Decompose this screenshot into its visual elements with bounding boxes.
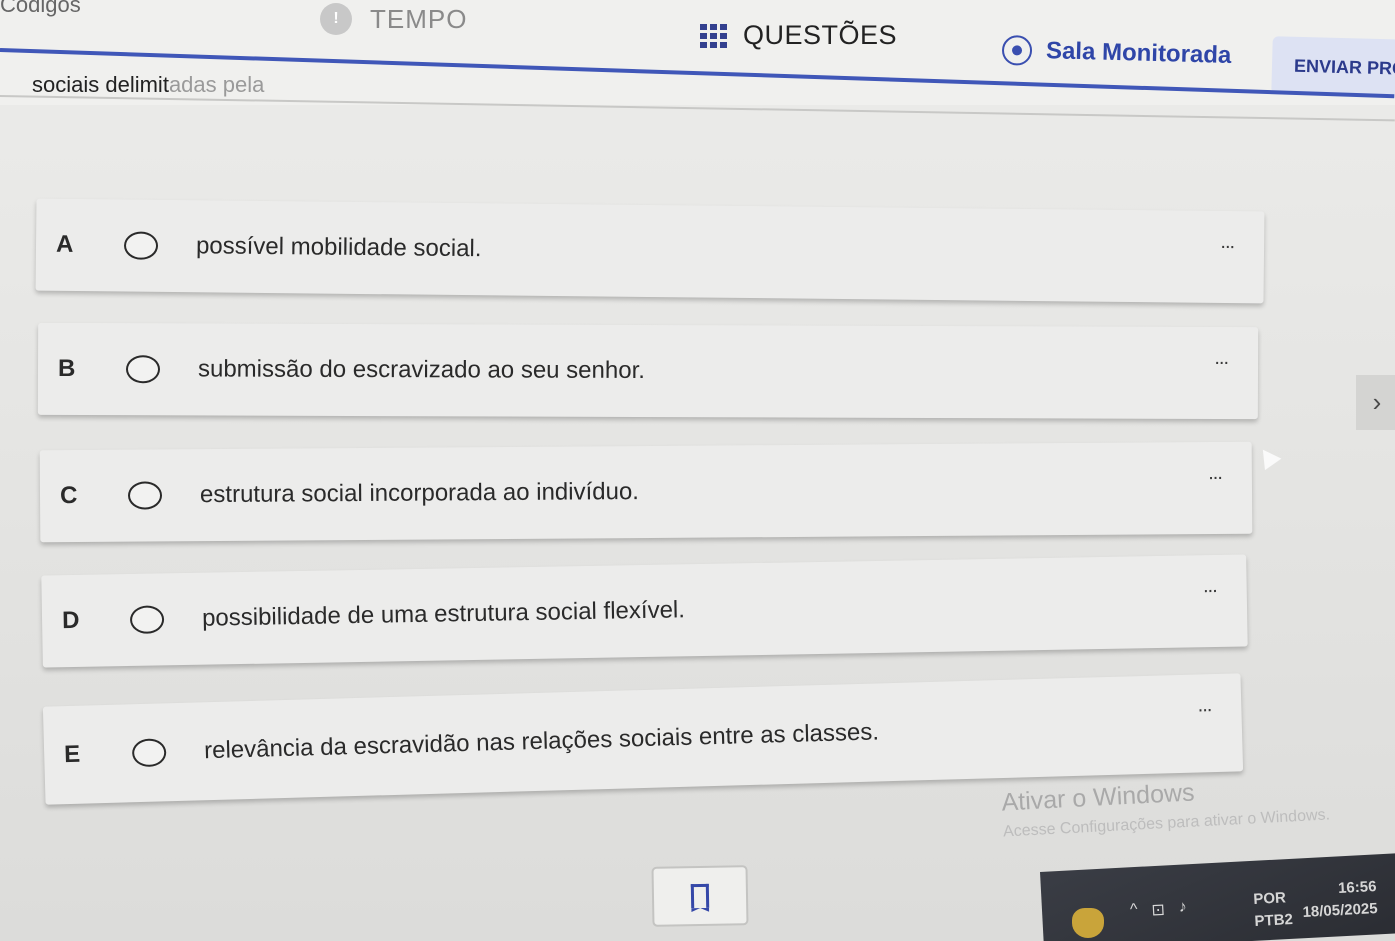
more-options-icon[interactable]: ...	[1203, 575, 1217, 598]
timer-label: TEMPO	[370, 3, 468, 34]
option-c[interactable]: C estrutura social incorporada ao indiví…	[39, 441, 1253, 543]
network-icon[interactable]: ⊡	[1151, 900, 1165, 921]
option-b[interactable]: B submissão do escravizado ao seu senhor…	[37, 322, 1259, 420]
codes-tab-label[interactable]: Códigos	[0, 0, 81, 18]
more-options-icon[interactable]: ...	[1220, 231, 1234, 254]
mouse-cursor-icon	[1254, 443, 1282, 471]
windows-activation-watermark: Ativar o Windows Acesse Configurações pa…	[1001, 771, 1331, 841]
option-letter: D	[61, 606, 80, 635]
questions-label: QUESTÕES	[743, 20, 898, 50]
more-options-icon[interactable]: ...	[1197, 694, 1211, 717]
monitored-room-indicator[interactable]: Sala Monitorada	[1001, 35, 1232, 71]
chevron-up-icon[interactable]: ^	[1130, 901, 1139, 921]
clock-date: 18/05/2025	[1302, 900, 1379, 921]
radio-button[interactable]	[129, 605, 165, 634]
option-letter: E	[63, 740, 81, 769]
more-options-icon[interactable]: ...	[1214, 347, 1228, 370]
clock-icon: !	[320, 3, 352, 35]
volume-icon[interactable]: ♪	[1178, 899, 1187, 919]
option-text: submissão do escravizado ao seu senhor.	[197, 355, 645, 384]
taskbar-clock[interactable]: 16:56 18/05/2025	[1301, 876, 1378, 924]
question-text-faded: adas pela	[168, 72, 265, 97]
option-a[interactable]: A possível mobilidade social. ...	[35, 198, 1265, 304]
header-bar: Códigos ! TEMPO QUESTÕES Sala Monitorada…	[0, 0, 1395, 122]
language-indicator[interactable]: POR PTB2	[1253, 887, 1294, 933]
divider	[0, 95, 1395, 122]
option-letter: A	[55, 230, 74, 258]
option-d[interactable]: D possibilidade de uma estrutura social …	[41, 554, 1248, 668]
radio-button[interactable]	[123, 231, 159, 260]
chevron-right-icon: ›	[1372, 387, 1382, 417]
option-text: relevância da escravidão nas relações so…	[203, 718, 880, 765]
more-options-icon[interactable]: ...	[1208, 462, 1222, 485]
camera-icon	[1001, 35, 1033, 66]
timer[interactable]: ! TEMPO	[320, 3, 467, 35]
option-text: estrutura social incorporada ao indivídu…	[199, 478, 640, 509]
next-question-button[interactable]: ›	[1356, 375, 1395, 430]
grid-icon	[700, 23, 727, 48]
submit-test-button[interactable]: ENVIAR PRO	[1271, 36, 1395, 98]
option-text: possibilidade de uma estrutura social fl…	[201, 596, 686, 632]
bookmark-icon	[690, 883, 710, 909]
questions-menu[interactable]: QUESTÕES	[700, 20, 897, 51]
radio-button[interactable]	[131, 738, 167, 768]
radio-button[interactable]	[127, 481, 163, 510]
taskbar-app-icon[interactable]	[1072, 908, 1104, 938]
radio-button[interactable]	[125, 355, 161, 384]
option-text: possível mobilidade social.	[195, 232, 482, 263]
bookmark-button[interactable]	[651, 865, 749, 927]
monitored-room-label: Sala Monitorada	[1045, 37, 1232, 69]
language-top: POR	[1252, 889, 1287, 909]
option-letter: C	[59, 481, 78, 510]
system-tray: ^ ⊡ ♪	[1130, 899, 1188, 922]
question-text-visible: sociais delimit	[32, 72, 169, 97]
question-text: sociais delimitadas pela	[32, 72, 264, 98]
quiz-page: Códigos ! TEMPO QUESTÕES Sala Monitorada…	[0, 0, 1395, 941]
option-letter: B	[57, 354, 76, 383]
language-bottom: PTB2	[1254, 910, 1294, 930]
